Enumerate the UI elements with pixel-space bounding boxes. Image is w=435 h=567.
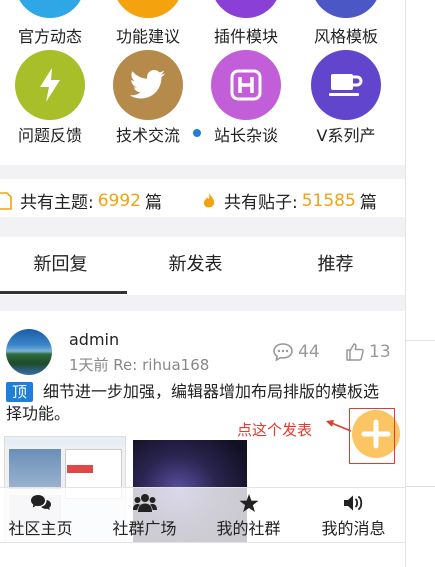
- twitter-bird-icon: [113, 50, 183, 120]
- posts-stat: 共有贴子: 51585 篇: [202, 188, 377, 213]
- lightbulb-icon: [113, 0, 183, 18]
- posts-unit: 篇: [359, 193, 377, 213]
- like-count[interactable]: 13: [345, 342, 391, 362]
- nav-label: 我的消息: [321, 519, 386, 538]
- nav-community-square[interactable]: 社群广场: [94, 488, 195, 543]
- like-count-value: 13: [369, 342, 391, 362]
- category-label: 技术交流: [115, 126, 180, 145]
- annotation-highlight-box: [349, 408, 395, 464]
- topics-label: 共有主题:: [20, 193, 94, 213]
- nav-label: 我的社群: [216, 519, 281, 538]
- nav-label: 社区主页: [8, 519, 73, 538]
- category-issue-feedback[interactable]: 问题反馈: [0, 50, 100, 150]
- tab-new-replies[interactable]: 新回复: [0, 237, 128, 295]
- category-label: V系列产: [316, 126, 376, 145]
- lightning-icon: [15, 50, 85, 120]
- group-icon: [94, 492, 195, 514]
- topics-stat: 共有主题: 6992 篇: [0, 188, 162, 213]
- nav-my-communities[interactable]: 我的社群: [198, 488, 299, 543]
- forum-stats-bar: 共有主题: 6992 篇 共有贴子: 51585 篇: [0, 179, 405, 217]
- category-tech-exchange[interactable]: 技术交流: [98, 50, 198, 150]
- category-official-news[interactable]: 官方动态: [0, 0, 100, 50]
- flame-icon: [203, 192, 215, 207]
- document-icon: [0, 191, 12, 210]
- avatar[interactable]: [6, 329, 52, 375]
- category-webmaster-chat[interactable]: 站长杂谈: [196, 50, 296, 150]
- right-background-panel: [405, 0, 435, 567]
- comment-count-value: 44: [298, 342, 320, 362]
- nav-label: 社群广场: [112, 519, 177, 538]
- active-tab-indicator: [0, 291, 127, 294]
- topics-count: 6992: [97, 190, 141, 211]
- post-author[interactable]: admin: [69, 330, 119, 349]
- chat-bubbles-icon: [0, 492, 91, 514]
- nav-my-messages[interactable]: 我的消息: [303, 488, 404, 543]
- category-label: 风格模板: [313, 27, 378, 46]
- topics-unit: 篇: [145, 193, 162, 213]
- nav-community-home[interactable]: 社区主页: [0, 488, 91, 543]
- megaphone-icon: [15, 0, 85, 18]
- pinned-badge: 顶: [6, 382, 34, 402]
- h-square-icon: [211, 50, 281, 120]
- bottom-navigation: 社区主页 社群广场 我的社群 我的消息: [0, 487, 405, 542]
- post-meta: 1天前 Re: rihua168: [69, 356, 210, 374]
- category-style-templates[interactable]: 风格模板: [296, 0, 396, 50]
- star-icon: [198, 492, 299, 514]
- category-label: 功能建议: [115, 27, 180, 46]
- category-v-series[interactable]: V系列产: [296, 50, 396, 150]
- category-feature-suggestion[interactable]: 功能建议: [98, 0, 198, 50]
- speaker-icon: [303, 492, 404, 514]
- comment-icon: [273, 343, 293, 362]
- palette-icon: [311, 0, 381, 18]
- category-plugin-modules[interactable]: 插件模块: [196, 0, 296, 50]
- category-label: 官方动态: [17, 27, 82, 46]
- posts-count: 51585: [301, 190, 356, 211]
- category-label: 问题反馈: [17, 126, 82, 145]
- comment-count[interactable]: 44: [272, 342, 320, 362]
- tab-new-posts[interactable]: 新发表: [128, 237, 263, 295]
- posts-label: 共有贴子:: [224, 193, 298, 213]
- coffee-cup-icon: [311, 50, 381, 120]
- puzzle-icon: [211, 0, 281, 18]
- category-label: 插件模块: [213, 27, 278, 46]
- annotation-text: 点这个发表: [237, 421, 313, 439]
- app-screen: 官方动态 功能建议 插件模块 风格模板 问题反馈 技术交流 站长杂谈 V系列产 …: [0, 0, 405, 567]
- post-content-text: 细节进一步加强，编辑器增加布局排版的模板选择功能。: [6, 382, 380, 423]
- category-label: 站长杂谈: [213, 126, 278, 145]
- feed-tabs: 新回复 新发表 推荐: [0, 237, 405, 295]
- tab-recommended[interactable]: 推荐: [268, 237, 403, 295]
- bottom-toolbar-strip: [0, 542, 405, 567]
- thumbs-up-icon: [346, 343, 364, 361]
- forum-category-grid: 官方动态 功能建议 插件模块 风格模板 问题反馈 技术交流 站长杂谈 V系列产: [0, 0, 405, 165]
